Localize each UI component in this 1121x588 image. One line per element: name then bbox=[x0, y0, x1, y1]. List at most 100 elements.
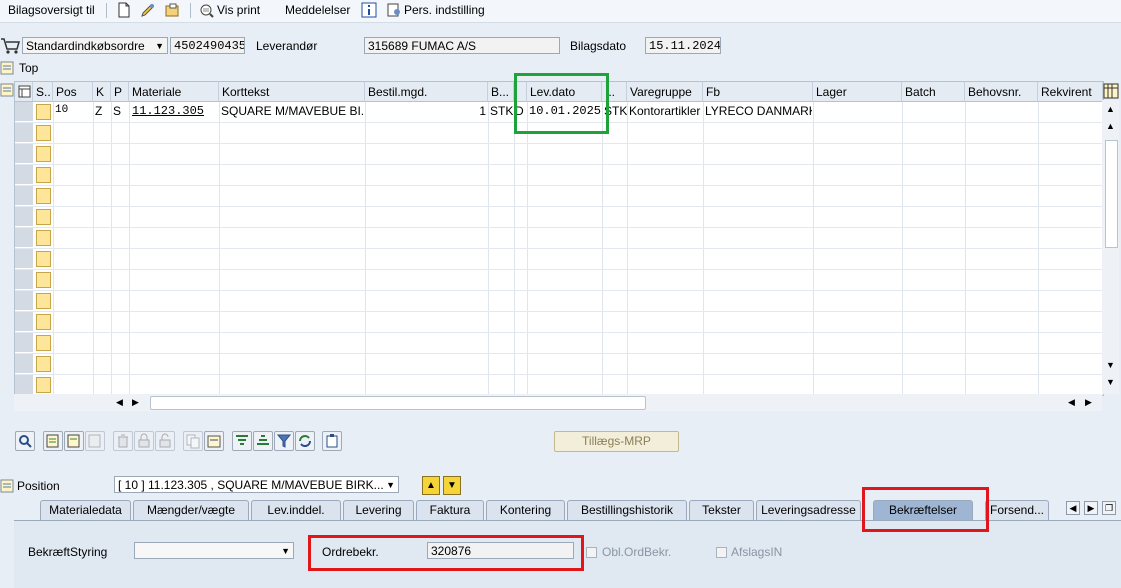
personal-settings-icon[interactable] bbox=[386, 2, 402, 18]
doc-date-field[interactable]: 15.11.2024 bbox=[645, 37, 721, 54]
print-preview-icon[interactable] bbox=[199, 2, 215, 18]
tab-levering[interactable]: Levering bbox=[343, 500, 414, 520]
row-status-box[interactable] bbox=[36, 293, 51, 309]
col-header-pos[interactable]: Pos bbox=[53, 82, 93, 102]
order-number-field[interactable]: 4502490435 bbox=[170, 37, 245, 54]
lock-button[interactable] bbox=[134, 431, 154, 451]
order-type-dropdown[interactable]: Standardindkøbsordre ▼ bbox=[22, 37, 168, 54]
row-selector[interactable] bbox=[15, 375, 33, 395]
vertical-scroll-thumb[interactable] bbox=[1105, 140, 1118, 248]
col-header-korttekst[interactable]: Korttekst bbox=[219, 82, 365, 102]
row-selector[interactable] bbox=[15, 228, 33, 248]
row1-unit[interactable]: STK bbox=[490, 104, 513, 118]
other-document-icon[interactable] bbox=[164, 2, 180, 18]
scroll-far-right-icon[interactable]: ▶ bbox=[1085, 397, 1092, 408]
info-icon[interactable] bbox=[361, 2, 377, 18]
row-selector[interactable] bbox=[15, 207, 33, 227]
sort-desc-button[interactable] bbox=[253, 431, 273, 451]
row1-pos[interactable]: 10 bbox=[55, 104, 68, 116]
row-status-box[interactable] bbox=[36, 209, 51, 225]
tab-bestillingshistorik[interactable]: Bestillingshistorik bbox=[567, 500, 687, 520]
col-header-p[interactable]: P bbox=[111, 82, 129, 102]
row-status-box[interactable] bbox=[36, 230, 51, 246]
afslags-in-checkbox[interactable] bbox=[716, 547, 727, 558]
row1-k[interactable]: Z bbox=[95, 104, 102, 118]
paste-button[interactable] bbox=[204, 431, 224, 451]
row-status-box[interactable] bbox=[36, 167, 51, 183]
row-selector[interactable] bbox=[15, 270, 33, 290]
change-display-icon[interactable] bbox=[140, 2, 156, 18]
tab-faktura[interactable]: Faktura bbox=[416, 500, 484, 520]
expand-items-icon[interactable] bbox=[0, 83, 14, 97]
delete-button[interactable] bbox=[113, 431, 133, 451]
scroll-right-icon[interactable]: ▶ bbox=[132, 397, 139, 408]
scroll-bottom-icon[interactable]: ▼ bbox=[1106, 377, 1115, 387]
horizontal-scrollbar[interactable]: ◀ ▶ ◀ ▶ bbox=[14, 394, 1102, 411]
scroll-left-icon[interactable]: ◀ bbox=[116, 397, 123, 408]
row1-fb[interactable]: LYRECO DANMARK... bbox=[705, 104, 812, 118]
refresh-button[interactable] bbox=[295, 431, 315, 451]
expand-header-icon[interactable] bbox=[0, 61, 14, 75]
row1-p[interactable]: S bbox=[113, 104, 121, 118]
col-header-b[interactable]: B... bbox=[488, 82, 514, 102]
row-status-box[interactable] bbox=[36, 335, 51, 351]
next-item-button[interactable]: ▼ bbox=[443, 476, 461, 495]
row-selector[interactable] bbox=[15, 144, 33, 164]
scroll-up-icon[interactable]: ▲ bbox=[1106, 121, 1115, 131]
row-selector[interactable] bbox=[15, 102, 33, 122]
tab-forsendelse[interactable]: Forsend... bbox=[985, 500, 1049, 520]
vis-print-button[interactable]: Vis print bbox=[217, 3, 260, 17]
row-status-box[interactable] bbox=[36, 314, 51, 330]
col-header-fb[interactable]: Fb bbox=[703, 82, 813, 102]
col-header-lager[interactable]: Lager bbox=[813, 82, 902, 102]
row-status-box[interactable] bbox=[36, 188, 51, 204]
bekraeft-styring-dropdown[interactable]: ▼ bbox=[134, 542, 294, 559]
table-config-icon[interactable] bbox=[18, 85, 31, 98]
tab-leveringsadresse[interactable]: Leveringsadresse bbox=[756, 500, 861, 520]
vertical-scrollbar[interactable]: ▲ ▲ ▼ ▼ bbox=[1102, 100, 1119, 394]
expand-item-detail-icon[interactable] bbox=[0, 479, 14, 493]
row-selector[interactable] bbox=[15, 165, 33, 185]
row-selector[interactable] bbox=[15, 123, 33, 143]
meddelelser-button[interactable]: Meddelelser bbox=[285, 3, 350, 17]
col-header-batch[interactable]: Batch bbox=[902, 82, 965, 102]
row-selector[interactable] bbox=[15, 291, 33, 311]
row-status-box[interactable] bbox=[36, 125, 51, 141]
row-selector[interactable] bbox=[15, 249, 33, 269]
col-header-bestil-mgd[interactable]: Bestil.mgd. bbox=[365, 82, 488, 102]
scroll-down-icon[interactable]: ▼ bbox=[1106, 360, 1115, 370]
row-selector[interactable] bbox=[15, 333, 33, 353]
tab-maengder-vaegte[interactable]: Mængder/vægte bbox=[133, 500, 249, 520]
filter-button[interactable] bbox=[274, 431, 294, 451]
col-header-s[interactable]: S.. bbox=[33, 82, 53, 102]
row-selector[interactable] bbox=[15, 354, 33, 374]
col-header-behovsnr[interactable]: Behovsnr. bbox=[965, 82, 1038, 102]
table-settings-header[interactable] bbox=[15, 82, 33, 102]
row1-varegruppe[interactable]: Kontorartikler bbox=[629, 104, 702, 118]
row-status-box[interactable] bbox=[36, 146, 51, 162]
tab-list-button[interactable]: ❐ bbox=[1102, 501, 1116, 515]
scroll-far-left-icon[interactable]: ◀ bbox=[1068, 397, 1075, 408]
tab-scroll-left-button[interactable]: ◀ bbox=[1066, 501, 1080, 515]
pers-indstilling-button[interactable]: Pers. indstilling bbox=[404, 3, 485, 17]
horizontal-scroll-thumb[interactable] bbox=[150, 396, 646, 410]
vendor-field[interactable]: 315689 FUMAC A/S bbox=[364, 37, 560, 54]
select-block-button[interactable] bbox=[64, 431, 84, 451]
col-header-varegruppe[interactable]: Varegruppe bbox=[627, 82, 703, 102]
tab-scroll-right-button[interactable]: ▶ bbox=[1084, 501, 1098, 515]
new-document-icon[interactable] bbox=[116, 2, 132, 18]
row-status-box[interactable] bbox=[36, 356, 51, 372]
sort-asc-button[interactable] bbox=[232, 431, 252, 451]
select-all-button[interactable] bbox=[43, 431, 63, 451]
row-status-box[interactable] bbox=[36, 251, 51, 267]
row-status-box[interactable] bbox=[36, 377, 51, 393]
tillaegs-mrp-button[interactable]: Tillægs-MRP bbox=[554, 431, 679, 452]
tab-tekster[interactable]: Tekster bbox=[689, 500, 754, 520]
col-header-rekvirent[interactable]: Rekvirent bbox=[1038, 82, 1103, 102]
previous-item-button[interactable]: ▲ bbox=[422, 476, 440, 495]
position-dropdown[interactable]: [ 10 ] 11.123.305 , SQUARE M/MAVEBUE BIR… bbox=[114, 476, 399, 493]
tab-kontering[interactable]: Kontering bbox=[486, 500, 565, 520]
bilagsoversigt-button[interactable]: Bilagsoversigt til bbox=[8, 3, 95, 17]
row-selector[interactable] bbox=[15, 312, 33, 332]
row-status-box[interactable] bbox=[36, 104, 51, 120]
